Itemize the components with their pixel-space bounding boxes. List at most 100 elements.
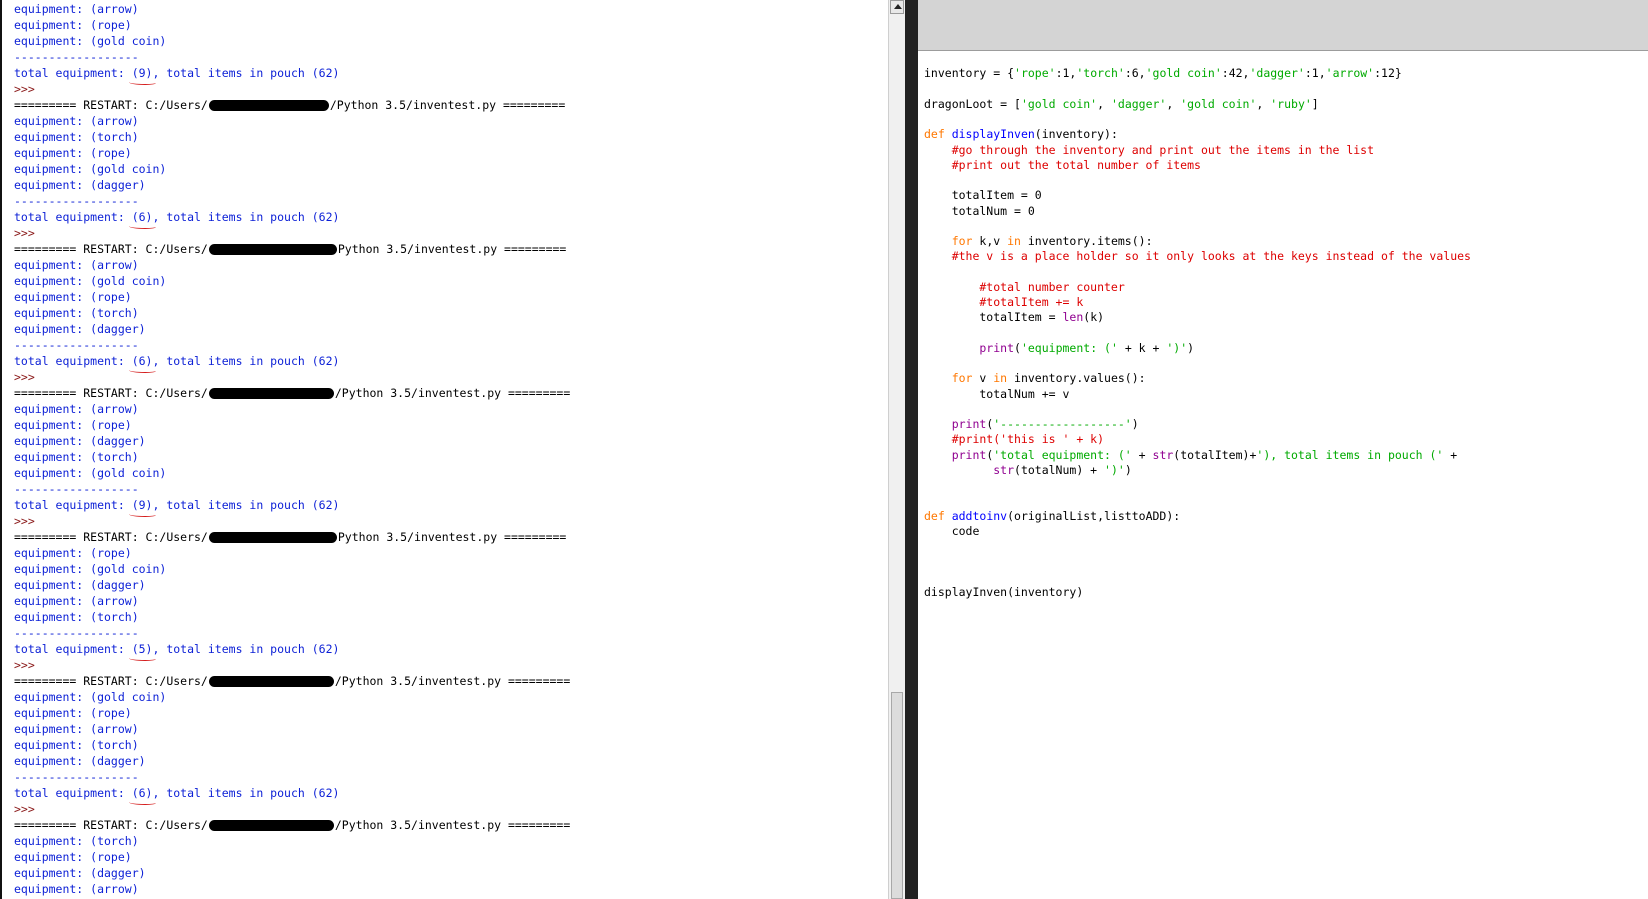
code-token-kw: for [924, 371, 980, 386]
scrollbar-thumb[interactable] [891, 692, 903, 899]
total-equipment-line: total equipment: (6), total items in pou… [14, 785, 570, 805]
code-token-str: 'gold coin' [1180, 96, 1257, 111]
code-token-kw: def [924, 127, 952, 142]
code-line: for k,v in inventory.items(): [924, 234, 1471, 249]
code-token-tx: displayInven(inventory) [924, 584, 1084, 599]
equipment-count: (9) [128, 66, 157, 85]
code-token-tx: totalItem = 0 [924, 188, 1042, 203]
equipment-line: equipment: (gold coin) [14, 690, 167, 704]
code-token-tx: (totalItem)+ [1173, 447, 1257, 462]
restart-path: Python 3.5/inventest.py ========= [337, 242, 567, 256]
equipment-line: equipment: (torch) [14, 834, 139, 848]
code-token-tx: + [1443, 447, 1458, 462]
code-token-tx: code [924, 523, 980, 538]
python-shell-output[interactable]: equipment: (arrow) equipment: (rope) equip… [0, 0, 890, 899]
code-token-str: 'gold coin' [1020, 96, 1098, 111]
code-token-tx: dragonLoot = [ [924, 96, 1021, 111]
redacted-username [208, 820, 334, 831]
shell-prompt: >>> [14, 514, 35, 528]
code-token-str: '------------------' [993, 417, 1132, 431]
equipment-count: (9) [128, 498, 157, 517]
code-line: #print('this is ' + k) [924, 432, 1471, 447]
code-token-cmt: #the v is a place holder so it only look… [924, 249, 1471, 264]
equipment-line: equipment: (arrow) [14, 258, 139, 272]
code-token-tx: ) [1124, 462, 1132, 477]
restart-path: /Python 3.5/inventest.py ========= [329, 98, 566, 112]
restart-line: ========= RESTART: C:/Users/ /Python 3.5/… [14, 673, 570, 689]
equipment-line: equipment: (arrow) [14, 722, 139, 736]
equipment-line: equipment: (rope) [14, 290, 132, 304]
separator-line: ------------------ [14, 770, 139, 784]
code-token-bi: print [924, 340, 1015, 355]
code-token-tx: + k + [1117, 340, 1167, 355]
code-line: #print out the total number of items [924, 158, 1471, 173]
code-token-bi: print [924, 417, 987, 431]
total-label: total equipment: [14, 210, 132, 224]
equipment-line: equipment: (gold coin) [14, 274, 167, 288]
code-token-tx: inventory.items(): [1027, 234, 1153, 248]
equipment-line: equipment: (rope) [14, 146, 132, 160]
total-label: total equipment: [14, 498, 132, 512]
total-label: total equipment: [14, 786, 132, 800]
equipment-line: equipment: (dagger) [14, 754, 146, 768]
code-line: inventory = {'rope':1,'torch':6,'gold co… [924, 66, 1471, 81]
equipment-count: (6) [128, 210, 157, 229]
restart-prefix: ========= RESTART: C:/Users/ [14, 386, 208, 400]
equipment-line: equipment: (arrow) [14, 402, 139, 416]
code-token-tx: (originalList,listtoADD): [1007, 508, 1181, 523]
code-line: print('total equipment: (' + str(totalIt… [924, 448, 1471, 463]
total-equipment-line: total equipment: (9), total items in pou… [14, 497, 570, 517]
code-token-bi: str [924, 462, 1015, 477]
code-token-str: 'torch' [1076, 66, 1125, 81]
code-line: dragonLoot = ['gold coin', 'dagger', 'go… [924, 97, 1471, 112]
code-token-tx: totalItem = [924, 310, 1063, 325]
equipment-line: equipment: (gold coin) [14, 466, 167, 480]
code-token-tx: v [979, 371, 994, 386]
code-line: for v in inventory.values(): [924, 371, 1471, 386]
code-line: def addtoinv(originalList,listtoADD): [924, 509, 1471, 524]
code-token-str: 'gold coin' [1145, 66, 1222, 81]
total-equipment-line: total equipment: (6), total items in pou… [14, 209, 570, 229]
separator-line: ------------------ [14, 50, 139, 64]
code-token-tx: :12} [1374, 66, 1402, 81]
pouch-total: , total items in pouch (62) [152, 354, 340, 368]
code-line: totalNum += v [924, 387, 1471, 402]
code-editor[interactable]: inventory = {'rope':1,'torch':6,'gold co… [918, 51, 1648, 899]
restart-prefix: ========= RESTART: C:/Users/ [14, 242, 208, 256]
code-token-bi: print [924, 447, 987, 462]
code-token-tx: inventory.values(): [1014, 371, 1146, 386]
code-token-str: 'dagger' [1110, 96, 1167, 111]
redacted-username [208, 388, 334, 399]
code-token-tx: k,v [979, 234, 1008, 248]
restart-prefix: ========= RESTART: C:/Users/ [14, 530, 208, 544]
code-token-str: 'arrow' [1325, 66, 1375, 81]
equipment-line: equipment: (dagger) [14, 866, 146, 880]
editor-titlebar-area [918, 0, 1648, 51]
restart-line: ========= RESTART: C:/Users/Python 3.5/i… [14, 529, 570, 545]
pouch-total: , total items in pouch (62) [152, 642, 340, 656]
code-token-tx: , [1256, 96, 1271, 111]
equipment-line: equipment: (torch) [14, 130, 139, 144]
redacted-username [208, 532, 337, 543]
code-token-kw: in [993, 371, 1015, 386]
code-token-tx: totalNum += v [924, 386, 1070, 401]
redacted-username [208, 100, 329, 111]
equipment-count: (6) [128, 354, 157, 373]
scroll-up-arrow-icon[interactable] [890, 0, 904, 14]
shell-vertical-scrollbar[interactable] [888, 0, 906, 899]
code-token-str: 'equipment: (' [1020, 340, 1118, 355]
code-token-tx: , [1097, 96, 1111, 111]
code-line: #go through the inventory and print out … [924, 143, 1471, 158]
restart-path: Python 3.5/inventest.py ========= [337, 530, 567, 544]
code-token-tx: (totalNum) + [1014, 462, 1105, 477]
code-lines: inventory = {'rope':1,'torch':6,'gold co… [924, 51, 1471, 600]
code-line: totalItem = len(k) [924, 310, 1471, 325]
restart-prefix: ========= RESTART: C:/Users/ [14, 674, 208, 688]
total-equipment-line: total equipment: (9), total items in pou… [14, 65, 570, 85]
restart-line: ========= RESTART: C:/Users/ /Python 3.5/… [14, 817, 570, 833]
